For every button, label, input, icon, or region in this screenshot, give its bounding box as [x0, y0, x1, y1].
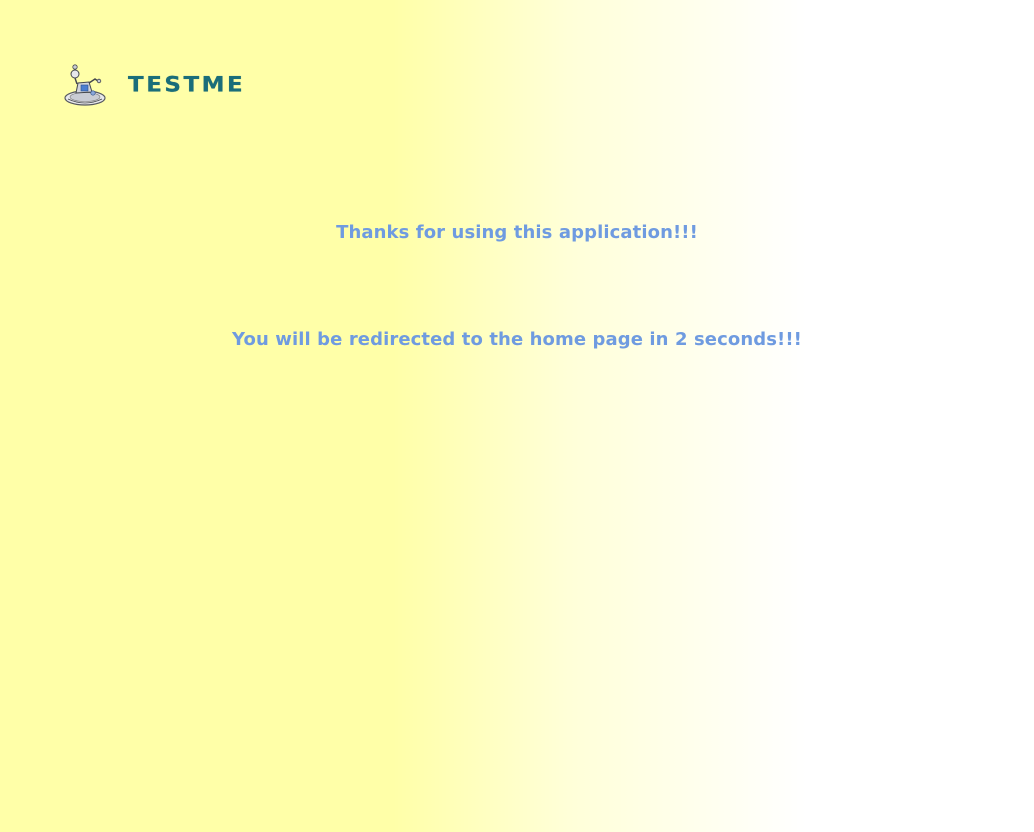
- redirect-message: You will be redirected to the home page …: [232, 329, 802, 350]
- site-header: TESTME: [62, 62, 245, 108]
- thanks-message: Thanks for using this application!!!: [336, 222, 698, 243]
- robot-mascot-icon: [64, 64, 106, 106]
- brand-logo-text: TESTME: [128, 73, 246, 97]
